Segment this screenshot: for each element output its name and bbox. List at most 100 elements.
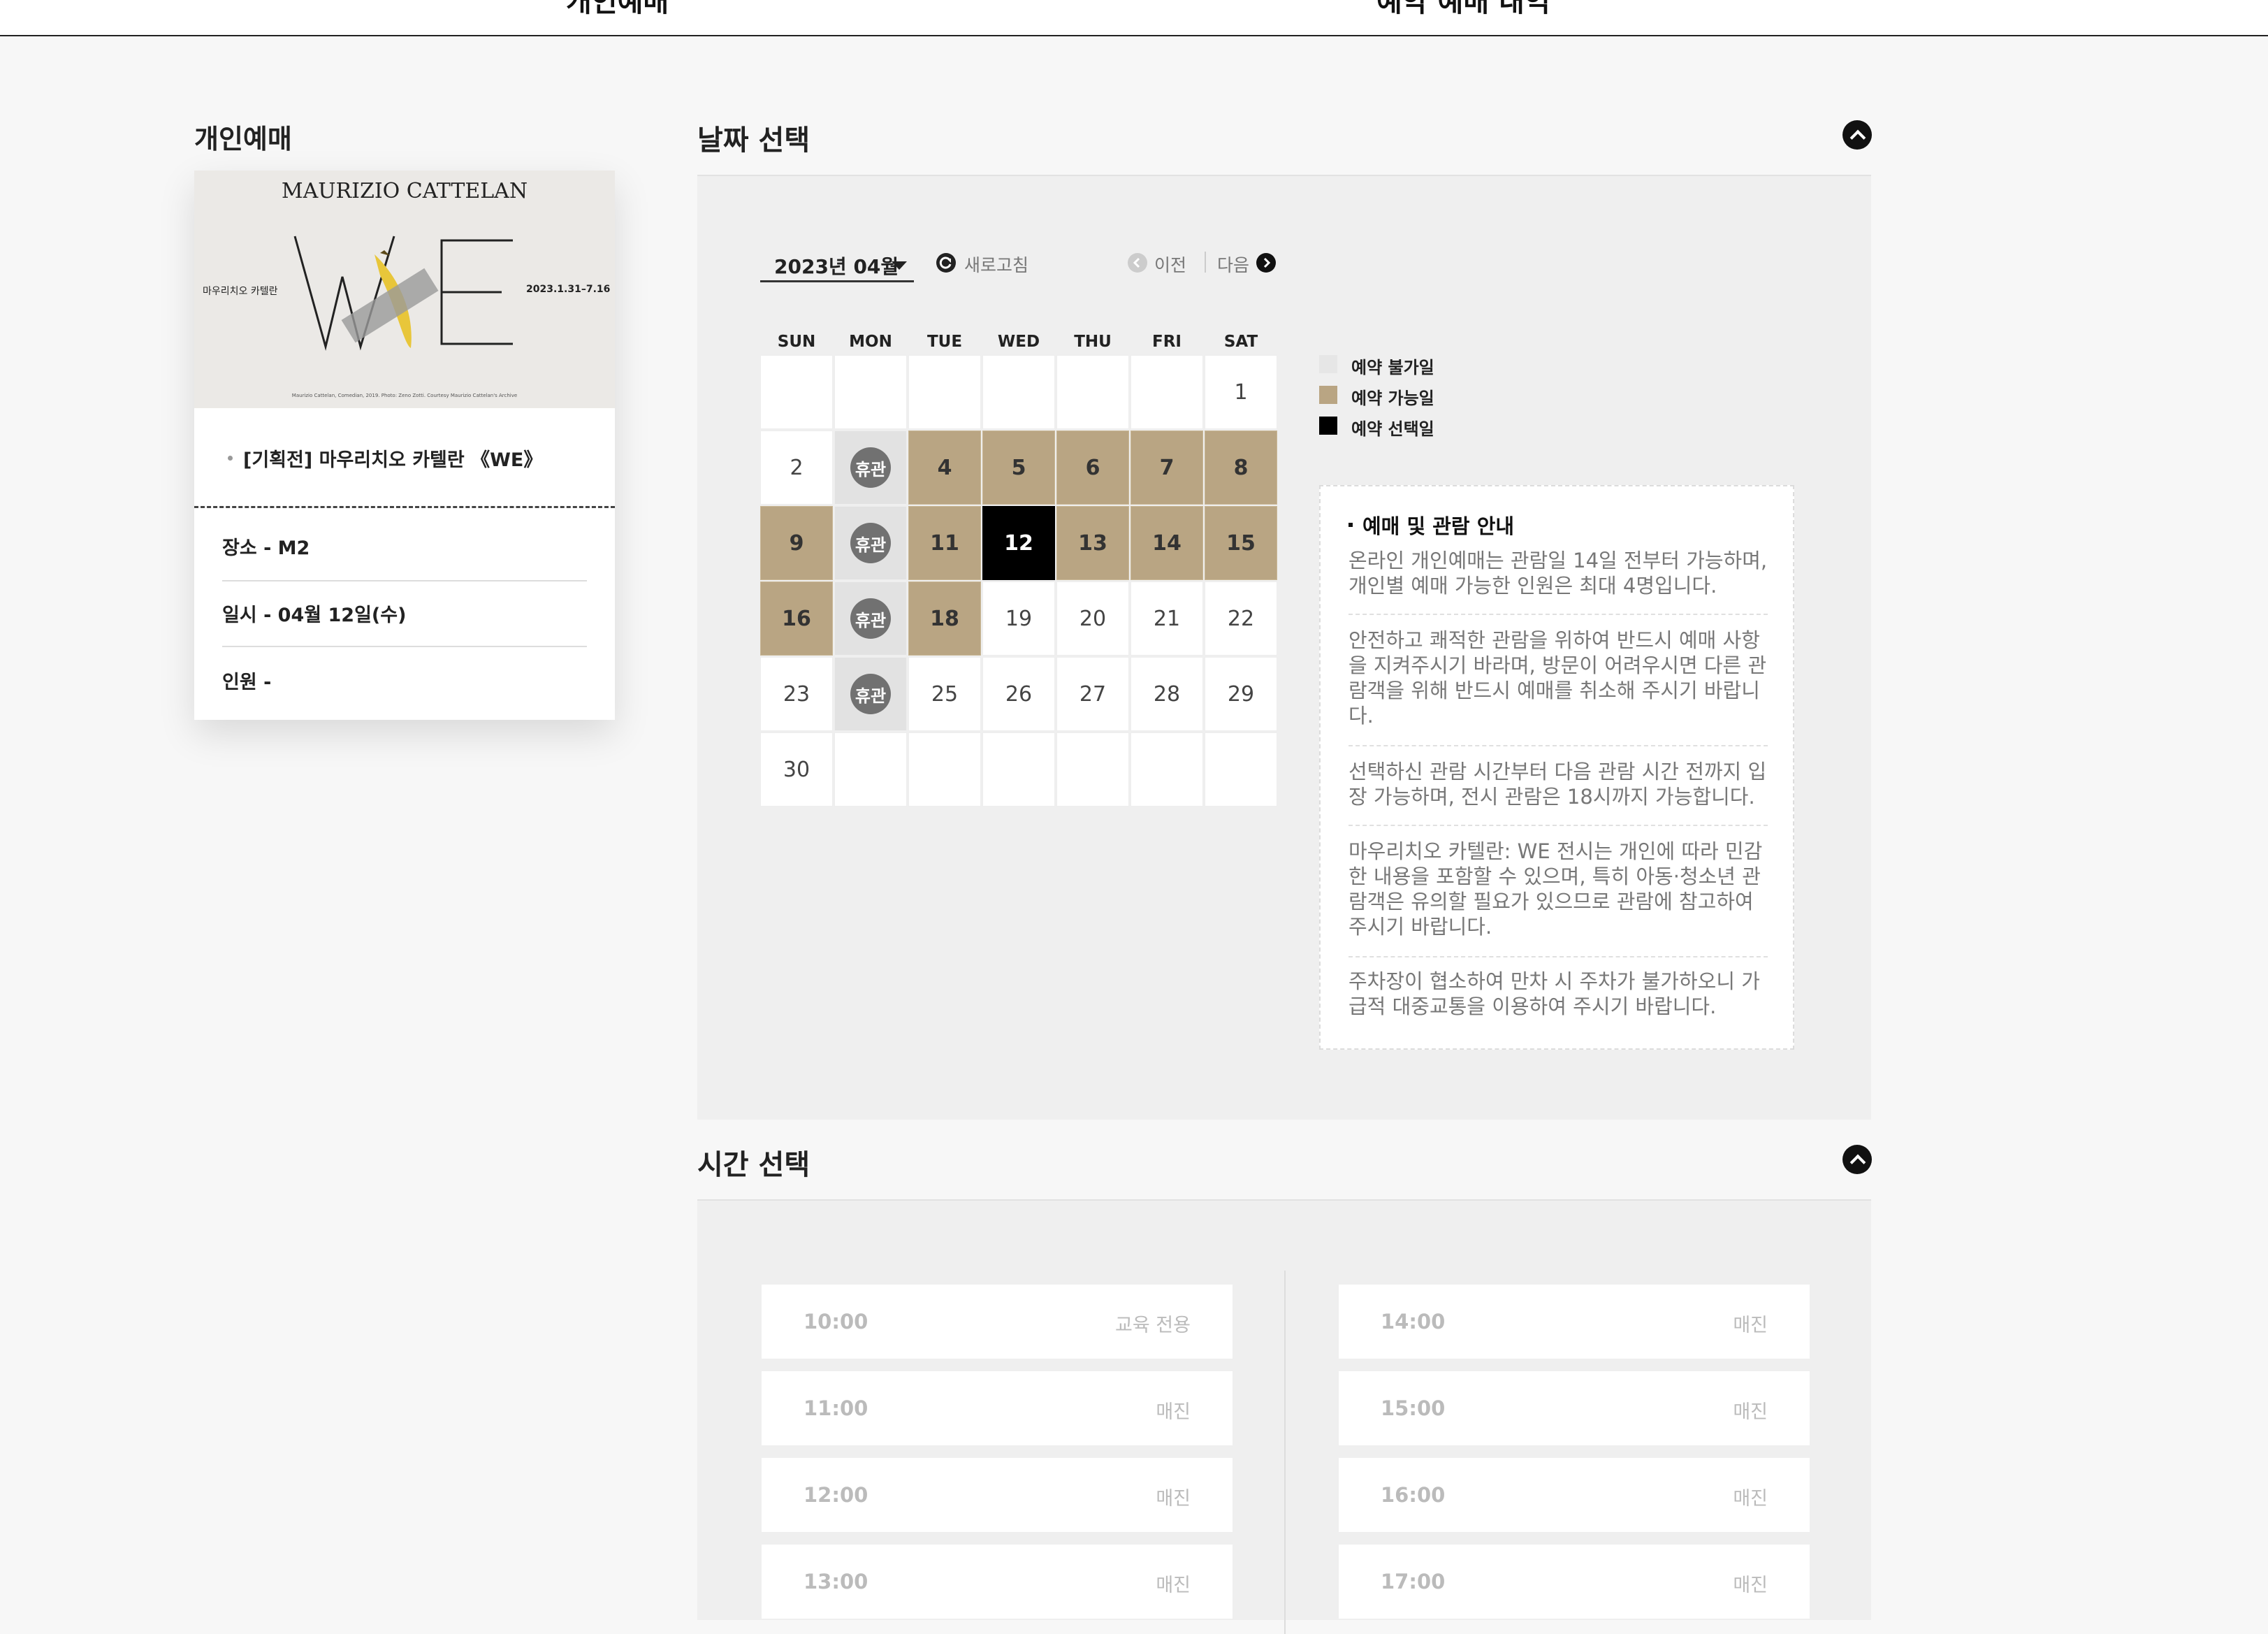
calendar-day-cell[interactable]: 16	[760, 581, 833, 656]
poster-artist: MAURIZIO CATTELAN	[281, 179, 528, 203]
prev-month-button[interactable]: 이전	[1128, 252, 1195, 275]
dashed-divider	[194, 506, 615, 508]
slot-time: 13:00	[804, 1570, 868, 1593]
calendar-day-cell	[1131, 355, 1203, 429]
place-line: 장소 - M2	[222, 537, 310, 559]
day-number: 15	[1226, 530, 1256, 556]
weekday-header: SUN	[777, 333, 816, 351]
info-divider	[1349, 825, 1768, 826]
slot-status: 매진	[1156, 1488, 1191, 1510]
legend-unavailable-swatch	[1319, 355, 1337, 373]
calendar-day-cell[interactable]: 9	[760, 506, 833, 580]
tab-booking-history[interactable]: 예약 예매 내역	[1376, 0, 1550, 20]
calendar-day-cell[interactable]: 5	[982, 431, 1055, 505]
chevron-left-icon	[1128, 253, 1147, 273]
time-slot[interactable]: 10:00 교육 전용	[762, 1285, 1233, 1359]
day-number: 30	[783, 757, 810, 782]
refresh-label: 새로고침	[964, 255, 1029, 275]
calendar: SUN MON TUE WED THU FRI SAT 1 2 휴관 4 5 6 7 8 9 휴관 11 12 13 1…	[760, 328, 1277, 807]
info-title: 예매 및 관람 안내	[1362, 514, 1515, 538]
day-number: 27	[1079, 681, 1107, 707]
time-section-title: 시간 선택	[697, 1149, 810, 1181]
calendar-day-cell[interactable]: 7	[1131, 431, 1203, 505]
day-number: 13	[1078, 530, 1107, 556]
collapse-date-toggle-icon[interactable]	[1842, 120, 1872, 150]
weekday-header: SAT	[1223, 333, 1258, 351]
calendar-day-cell	[982, 732, 1055, 807]
day-number: 9	[789, 530, 804, 556]
weekday-header: WED	[997, 333, 1040, 351]
time-slot[interactable]: 14:00 매진	[1339, 1285, 1810, 1359]
exhibition-poster: MAURIZIO CATTELAN 마우리치오 카텔란 2023.1.31–7.…	[194, 171, 615, 408]
day-number: 14	[1152, 530, 1182, 556]
slot-time: 10:00	[804, 1310, 868, 1333]
time-slot[interactable]: 17:00 매진	[1339, 1545, 1810, 1619]
calendar-day-cell[interactable]: 12	[982, 506, 1055, 580]
poster-we-graphic	[293, 236, 513, 351]
date-line: 일시 - 04월 12일(수)	[222, 605, 407, 626]
refresh-icon	[936, 253, 956, 273]
calendar-day-cell[interactable]: 4	[908, 431, 981, 505]
legend-available-swatch	[1319, 386, 1337, 404]
slot-status: 매진	[1733, 1315, 1768, 1336]
time-slot[interactable]: 11:00 매진	[762, 1371, 1233, 1445]
nav-separator	[1205, 252, 1206, 273]
day-number: 22	[1227, 606, 1255, 631]
day-number: 1	[1234, 379, 1248, 405]
month-select[interactable]: 2023년 04월	[760, 246, 914, 282]
day-number: 12	[1004, 530, 1033, 556]
closed-badge: 휴관	[850, 447, 891, 488]
calendar-day-cell[interactable]: 13	[1056, 506, 1129, 580]
calendar-day-cell: 28	[1131, 657, 1203, 731]
slot-time: 17:00	[1381, 1570, 1446, 1593]
day-number: 18	[930, 606, 959, 631]
next-label: 다음	[1217, 255, 1250, 275]
calendar-day-cell	[982, 355, 1055, 429]
day-number: 26	[1005, 681, 1033, 707]
calendar-day-cell: 20	[1056, 581, 1129, 656]
calendar-day-cell: 19	[982, 581, 1055, 656]
calendar-day-cell	[908, 732, 981, 807]
info-paragraph: 선택하신 관람 시간부터 다음 관람 시간 전까지 입장 가능하며, 전시 관람…	[1349, 760, 1767, 809]
day-number: 21	[1153, 606, 1181, 631]
legend-selected-swatch	[1319, 417, 1337, 435]
calendar-day-cell: 21	[1131, 581, 1203, 656]
calendar-day-cell[interactable]: 15	[1205, 506, 1277, 580]
collapse-time-toggle-icon[interactable]	[1842, 1145, 1872, 1174]
day-number: 23	[783, 681, 810, 707]
exhibition-title: [기획전] 마우리치오 카텔란 《WE》	[243, 449, 543, 471]
calendar-day-cell[interactable]: 6	[1056, 431, 1129, 505]
day-number: 20	[1079, 606, 1107, 631]
tab-personal-booking[interactable]: 개인예매	[566, 0, 669, 20]
time-slot[interactable]: 13:00 매진	[762, 1545, 1233, 1619]
info-paragraph: 안전하고 쾌적한 관람을 위하여 반드시 예매 사항을 지켜주시기 바라며, 방…	[1349, 628, 1767, 728]
calendar-day-cell[interactable]: 8	[1205, 431, 1277, 505]
bullet-dot	[228, 456, 233, 461]
time-slot[interactable]: 16:00 매진	[1339, 1458, 1810, 1532]
date-panel: 2023년 04월 새로고침 이전 다음 SUN MON TUE WED THU FRI S…	[697, 176, 1871, 1120]
card-details: [기획전] 마우리치오 카텔란 《WE》 장소 - M2 일시 - 04월 12…	[194, 408, 615, 693]
slot-status: 매진	[1733, 1488, 1768, 1510]
weekday-header: FRI	[1152, 333, 1182, 351]
info-paragraph: 마우리치오 카텔란: WE 전시는 개인에 따라 민감한 내용을 포함할 수 있…	[1349, 839, 1763, 939]
closed-badge: 휴관	[850, 674, 891, 714]
calendar-day-cell[interactable]: 11	[908, 506, 981, 580]
legend-unavailable-label: 예약 불가일	[1351, 358, 1434, 377]
column-divider	[1284, 1271, 1286, 1634]
closed-badge: 휴관	[850, 523, 891, 563]
info-divider	[1349, 745, 1768, 746]
calendar-day-cell: 29	[1205, 657, 1277, 731]
calendar-day-cell[interactable]: 14	[1131, 506, 1203, 580]
time-slot[interactable]: 12:00 매진	[762, 1458, 1233, 1532]
info-divider	[1349, 614, 1768, 615]
slot-status: 매진	[1156, 1401, 1191, 1423]
next-month-button[interactable]: 다음	[1217, 252, 1280, 275]
calendar-day-cell[interactable]: 18	[908, 581, 981, 656]
chevron-right-icon	[1256, 253, 1276, 273]
poster-footer: Maurizio Cattelan, Comedian, 2019. Photo…	[291, 393, 518, 398]
poster-date-text: 2023.1.31–7.16	[526, 284, 611, 295]
weekday-header: TUE	[926, 333, 963, 351]
time-slot[interactable]: 15:00 매진	[1339, 1371, 1810, 1445]
weekday-header: MON	[849, 333, 892, 351]
booking-info-box: 예매 및 관람 안내 온라인 개인예매는 관람일 14일 전부터 가능하며, 개…	[1319, 485, 1794, 1050]
